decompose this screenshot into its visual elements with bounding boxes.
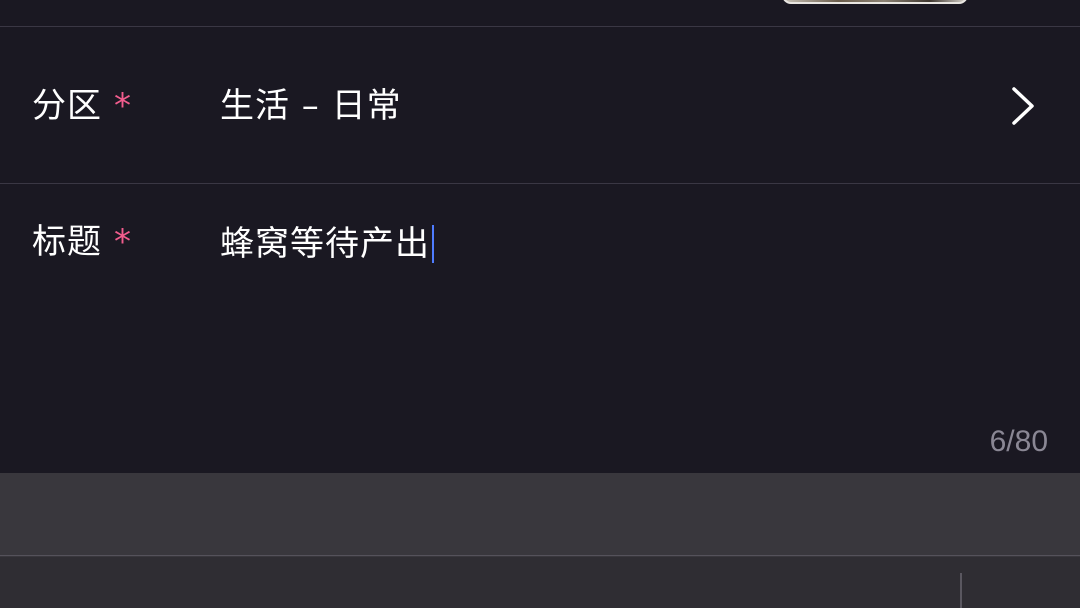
title-label-group: 标题 * (32, 222, 132, 262)
category-value[interactable]: 生活 – 日常 (220, 86, 402, 126)
chevron-right-icon[interactable] (1008, 86, 1040, 126)
text-caret (432, 225, 434, 263)
category-label: 分区 (32, 86, 102, 126)
title-input-text: 蜂窝等待产出 (220, 224, 430, 264)
keyboard-candidate-bar[interactable] (0, 557, 1080, 608)
title-label: 标题 (32, 222, 102, 262)
top-strip (0, 0, 1080, 26)
divider-middle (0, 183, 1080, 184)
divider-top (0, 26, 1080, 27)
category-label-group: 分区 * (32, 86, 132, 126)
keyboard-separator (960, 573, 962, 608)
category-required-mark: * (114, 86, 132, 126)
title-input[interactable]: 蜂窝等待产出 (220, 224, 434, 264)
keyboard-area (0, 473, 1080, 608)
keyboard-divider (0, 555, 1080, 556)
cover-thumbnail[interactable] (782, 0, 968, 4)
title-required-mark: * (114, 222, 132, 262)
title-char-count: 6/80 (989, 425, 1048, 458)
